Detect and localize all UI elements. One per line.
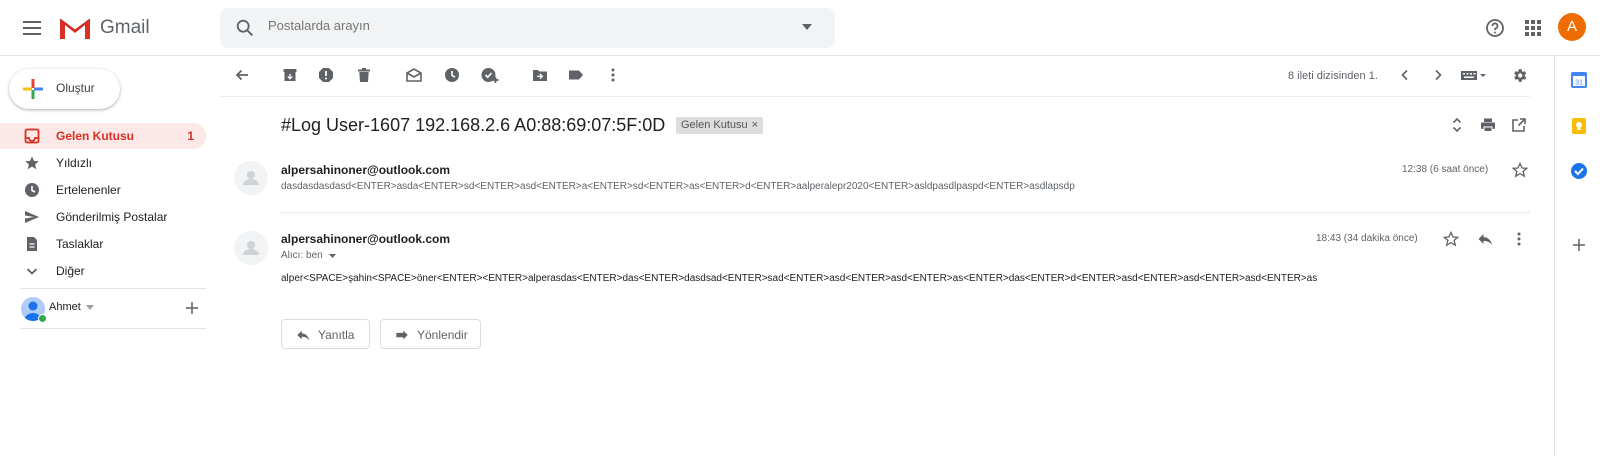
sidebar-item-more[interactable]: Diğer — [0, 258, 206, 284]
thread-subject: #Log User-1607 192.168.2.6 A0:88:69:07:5… — [281, 115, 666, 135]
search-options-icon[interactable] — [802, 24, 812, 30]
apps-grid-icon[interactable] — [1524, 19, 1542, 37]
archive-icon[interactable] — [282, 67, 298, 83]
divider — [20, 288, 206, 289]
get-addons-plus-icon[interactable] — [1573, 239, 1585, 251]
sender-avatar[interactable] — [234, 231, 268, 265]
delete-icon[interactable] — [356, 67, 372, 83]
star-icon[interactable] — [1443, 231, 1459, 247]
recipient-details-caret-icon[interactable] — [329, 254, 337, 258]
input-tools-keyboard-icon[interactable] — [1461, 67, 1487, 83]
message-body: alper<SPACE>şahin<SPACE>öner<ENTER><ENTE… — [281, 273, 1318, 284]
inbox-label-chip[interactable]: Gelen Kutusu × — [676, 117, 764, 134]
divider — [20, 328, 206, 329]
mark-unread-icon[interactable] — [406, 67, 422, 83]
label-chip-text: Gelen Kutusu — [681, 119, 748, 131]
sidebar-item-sent[interactable]: Gönderilmiş Postalar — [0, 204, 206, 230]
more-options-icon[interactable] — [605, 67, 621, 83]
star-icon — [24, 155, 40, 171]
message-snippet[interactable]: dasdasdasdasd<ENTER>asda<ENTER>sd<ENTER>… — [281, 181, 1075, 192]
back-icon[interactable] — [234, 67, 250, 83]
new-chat-add-icon[interactable] — [186, 302, 198, 314]
gmail-logo-icon[interactable] — [58, 15, 92, 41]
send-icon — [24, 209, 40, 225]
recipient-text: Alıcı: ben — [281, 250, 323, 261]
svg-text:31: 31 — [1575, 80, 1583, 87]
tasks-icon[interactable] — [1570, 162, 1588, 180]
reply-icon — [295, 328, 311, 342]
sidebar-item-inbox[interactable]: Gelen Kutusu 1 — [0, 123, 206, 149]
sidebar-item-label: Diğer — [56, 264, 85, 278]
recipient-line[interactable]: Alıcı: ben — [281, 250, 337, 261]
keep-notes-icon[interactable] — [1570, 117, 1588, 135]
calendar-icon[interactable]: 31 — [1570, 71, 1588, 89]
side-panel: 31 — [1554, 56, 1600, 456]
older-chevron-left-icon[interactable] — [1397, 67, 1413, 83]
print-icon[interactable] — [1480, 117, 1496, 133]
online-status-icon — [38, 314, 47, 323]
expand-all-icon[interactable] — [1449, 117, 1465, 133]
draft-icon — [24, 236, 40, 252]
sender-email[interactable]: alpersahinoner@outlook.com — [281, 232, 450, 246]
account-avatar[interactable]: A — [1558, 13, 1586, 41]
open-new-window-icon[interactable] — [1511, 117, 1527, 133]
sidebar-item-label: Ertelenenler — [56, 183, 121, 197]
top-bar: Gmail A — [0, 0, 1600, 56]
snooze-icon[interactable] — [444, 67, 460, 83]
inbox-icon — [24, 128, 40, 144]
sidebar-item-label: Gelen Kutusu — [56, 129, 135, 143]
search-bar[interactable] — [220, 8, 835, 48]
reply-button[interactable]: Yanıtla — [281, 319, 370, 349]
compose-button[interactable]: Oluştur — [9, 69, 120, 109]
add-to-tasks-icon[interactable] — [481, 67, 499, 83]
remove-label-icon[interactable]: × — [752, 119, 758, 131]
reply-label: Yanıtla — [318, 328, 355, 342]
report-spam-icon[interactable] — [318, 67, 334, 83]
sender-avatar[interactable] — [234, 161, 268, 195]
unread-count-badge: 1 — [187, 129, 194, 143]
divider — [281, 212, 1530, 213]
sidebar-item-label: Taslaklar — [56, 237, 104, 251]
search-input[interactable] — [268, 18, 768, 33]
sidebar-item-snoozed[interactable]: Ertelenenler — [0, 177, 206, 203]
forward-icon — [394, 328, 410, 342]
sidebar-item-label: Gönderilmiş Postalar — [56, 210, 168, 224]
forward-label: Yönlendir — [417, 328, 468, 342]
newer-chevron-right-icon[interactable] — [1430, 67, 1446, 83]
reply-icon[interactable] — [1477, 231, 1493, 247]
compose-plus-icon — [23, 79, 43, 99]
sidebar-item-starred[interactable]: Yıldızlı — [0, 150, 206, 176]
move-to-icon[interactable] — [532, 67, 548, 83]
pager-text: 8 ileti dizisinden 1. — [1288, 70, 1378, 82]
compose-label: Oluştur — [56, 81, 95, 95]
message-time: 12:38 (6 saat önce) — [1402, 164, 1489, 175]
help-icon[interactable] — [1485, 18, 1505, 38]
chevron-down-icon — [24, 263, 40, 279]
divider — [220, 96, 1530, 97]
sidebar-item-label: Yıldızlı — [56, 156, 93, 170]
message-more-options-icon[interactable] — [1511, 231, 1527, 247]
sender-email[interactable]: alpersahinoner@outlook.com — [281, 163, 450, 177]
sidebar-item-drafts[interactable]: Taslaklar — [0, 231, 206, 257]
star-icon[interactable] — [1512, 162, 1528, 178]
hangouts-user-name[interactable]: Ahmet — [49, 301, 81, 313]
label-icon[interactable] — [568, 67, 584, 83]
search-icon[interactable] — [234, 17, 256, 39]
hangouts-dropdown-icon[interactable] — [86, 305, 94, 310]
main-menu-icon[interactable] — [20, 16, 44, 40]
forward-button[interactable]: Yönlendir — [380, 319, 481, 349]
clock-icon — [24, 182, 40, 198]
settings-gear-icon[interactable] — [1511, 67, 1527, 83]
message-time: 18:43 (34 dakika önce) — [1316, 233, 1418, 244]
app-name[interactable]: Gmail — [100, 17, 150, 39]
